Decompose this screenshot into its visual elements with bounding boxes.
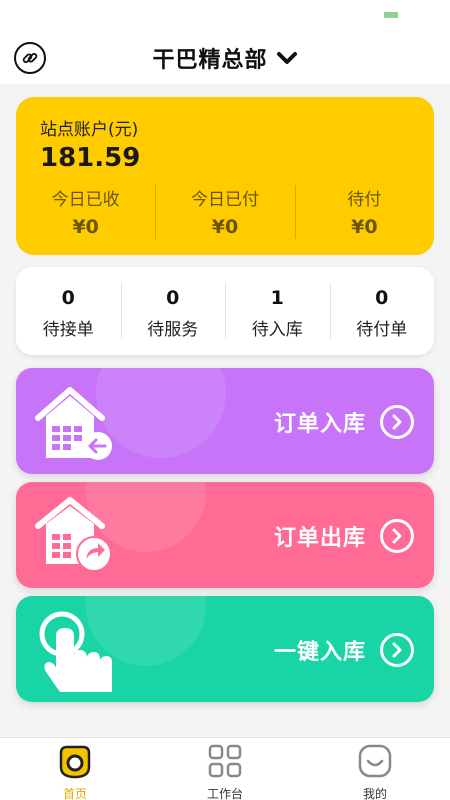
stat-value: ¥0 xyxy=(211,216,239,238)
stat-label: 待付 xyxy=(347,190,382,210)
chevron-right-icon xyxy=(380,633,414,667)
stat-value: ¥0 xyxy=(72,216,99,238)
order-status-card: 0 待接单 0 待服务 1 待入库 0 待付单 xyxy=(16,267,434,355)
action-label: 一键入库 xyxy=(273,640,366,665)
status-pending-accept[interactable]: 0 待接单 xyxy=(16,267,121,355)
link-icon[interactable] xyxy=(14,42,46,74)
station-account-card[interactable]: 站点账户(元) 181.59 今日已收 ¥0 今日已付 ¥0 待付 ¥0 xyxy=(16,97,434,255)
tab-home[interactable]: 首页 xyxy=(0,738,150,800)
account-stats: 今日已收 ¥0 今日已付 ¥0 待付 ¥0 xyxy=(16,185,434,241)
status-label: 待入库 xyxy=(251,320,303,340)
chevron-down-icon xyxy=(276,50,298,66)
status-count: 0 xyxy=(61,287,75,309)
bottom-tab-bar: 首页 工作台 我的 xyxy=(0,737,450,800)
station-title: 干巴精总部 xyxy=(152,48,268,73)
status-label: 待付单 xyxy=(356,320,408,340)
app-header: 干巴精总部 xyxy=(0,32,450,84)
status-bar xyxy=(0,0,450,32)
grid-icon xyxy=(207,743,243,779)
tab-mine[interactable]: 我的 xyxy=(300,738,450,800)
action-label: 订单出库 xyxy=(273,526,366,551)
status-pending-service[interactable]: 0 待服务 xyxy=(120,267,226,355)
tab-label: 首页 xyxy=(62,787,87,800)
today-paid: 今日已付 ¥0 xyxy=(155,185,294,241)
home-icon xyxy=(57,743,93,779)
chevron-right-icon xyxy=(380,405,414,439)
status-pending-storage[interactable]: 1 待入库 xyxy=(225,267,330,355)
tab-label: 工作台 xyxy=(206,787,243,800)
house-inbound-icon xyxy=(32,378,118,464)
chevron-right-icon xyxy=(380,519,414,553)
account-label: 站点账户(元) xyxy=(40,120,139,140)
tab-workbench[interactable]: 工作台 xyxy=(150,738,300,800)
battery-icon xyxy=(384,12,398,18)
stat-label: 今日已收 xyxy=(51,190,120,210)
tab-label: 我的 xyxy=(362,787,387,800)
order-outbound-button[interactable]: 订单出库 xyxy=(16,482,434,588)
status-count: 1 xyxy=(270,287,284,309)
today-received: 今日已收 ¥0 xyxy=(16,185,155,241)
pending-payment: 待付 ¥0 xyxy=(294,185,434,241)
status-pending-payment[interactable]: 0 待付单 xyxy=(329,267,435,355)
account-balance: 181.59 xyxy=(40,143,141,173)
station-selector[interactable]: 干巴精总部 xyxy=(0,32,450,84)
smile-icon xyxy=(357,743,393,779)
status-label: 待接单 xyxy=(42,320,94,340)
hand-tap-icon xyxy=(32,606,118,692)
one-click-inbound-button[interactable]: 一键入库 xyxy=(16,596,434,702)
status-count: 0 xyxy=(166,287,180,309)
stat-label: 今日已付 xyxy=(190,190,259,210)
status-label: 待服务 xyxy=(147,320,199,340)
action-label: 订单入库 xyxy=(273,412,366,437)
status-count: 0 xyxy=(375,287,389,309)
house-outbound-icon xyxy=(32,492,118,578)
order-inbound-button[interactable]: 订单入库 xyxy=(16,368,434,474)
stat-value: ¥0 xyxy=(351,216,378,238)
